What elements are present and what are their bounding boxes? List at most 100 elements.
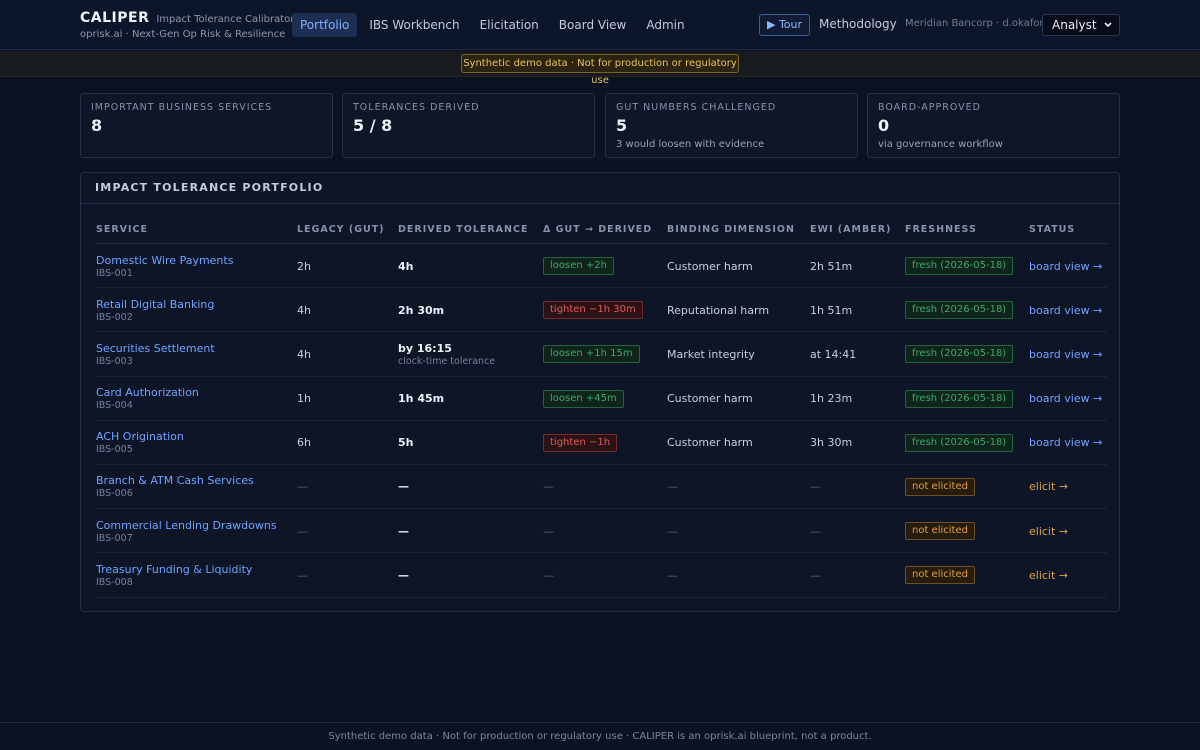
brand: CALIPER Impact Tolerance Calibrator opri…: [80, 10, 294, 40]
derived-value: —: [398, 568, 409, 582]
freshness-badge: fresh (2026-05-18): [905, 301, 1014, 320]
stat-card-board-approved: BOARD-APPROVED 0 via governance workflow: [867, 93, 1120, 158]
legacy-value: 4h: [297, 303, 311, 317]
portfolio-panel: IMPACT TOLERANCE PORTFOLIO SERVICE LEGAC…: [80, 172, 1120, 612]
elicit-link[interactable]: elicit →: [1029, 569, 1068, 582]
service-cell: Branch & ATM Cash Services IBS-006: [96, 465, 254, 509]
delta-cell: —: [543, 509, 554, 553]
demo-banner-strip: Synthetic demo data · Not for production…: [0, 51, 1200, 86]
brand-tagline: oprisk.ai · Next-Gen Op Risk & Resilienc…: [80, 29, 286, 40]
stat-value: 0: [878, 116, 890, 135]
table-row: Securities Settlement IBS-003 4h by 16:15 cl…: [95, 332, 1107, 377]
binding-cell: Customer harm: [667, 244, 753, 288]
role-select[interactable]: Analyst: [1042, 14, 1120, 36]
service-link[interactable]: ACH Origination: [96, 430, 184, 443]
service-link[interactable]: Card Authorization: [96, 386, 199, 399]
delta-badge: tighten −1h: [543, 433, 618, 452]
legacy-cell: 2h: [297, 244, 311, 288]
service-link[interactable]: Domestic Wire Payments: [96, 254, 233, 267]
freshness-cell: fresh (2026-05-18): [905, 332, 1014, 376]
legacy-cell: —: [297, 465, 308, 509]
service-link[interactable]: Retail Digital Banking: [96, 298, 214, 311]
nav-portfolio[interactable]: Portfolio: [292, 13, 358, 37]
col-delta: Δ GUT → DERIVED: [543, 224, 653, 235]
stat-label: GUT NUMBERS CHALLENGED: [616, 102, 777, 113]
board-view-link[interactable]: board view →: [1029, 304, 1102, 317]
board-view-link[interactable]: board view →: [1029, 436, 1102, 449]
delta-cell: —: [543, 465, 554, 509]
service-link[interactable]: Commercial Lending Drawdowns: [96, 519, 277, 532]
service-id: IBS-002: [96, 311, 133, 323]
stat-label: BOARD-APPROVED: [878, 102, 981, 113]
brand-name[interactable]: CALIPER: [80, 10, 149, 26]
delta-cell: tighten −1h: [543, 421, 618, 465]
binding-cell: Customer harm: [667, 377, 753, 421]
freshness-cell: fresh (2026-05-18): [905, 244, 1014, 288]
elicit-link[interactable]: elicit →: [1029, 480, 1068, 493]
ewi-value: —: [810, 480, 821, 494]
freshness-badge: not elicited: [905, 522, 975, 541]
binding-value: Customer harm: [667, 436, 753, 450]
legacy-cell: —: [297, 553, 308, 597]
service-id: IBS-006: [96, 488, 133, 500]
table-row: Treasury Funding & Liquidity IBS-008 — — — — —…: [95, 553, 1107, 598]
col-freshness: FRESHNESS: [905, 224, 977, 235]
service-cell: Commercial Lending Drawdowns IBS-007: [96, 509, 277, 553]
delta-badge: loosen +45m: [543, 389, 624, 408]
binding-cell: Reputational harm: [667, 288, 769, 332]
freshness-cell: fresh (2026-05-18): [905, 377, 1014, 421]
nav-board-view[interactable]: Board View: [551, 13, 635, 37]
portfolio-table: SERVICE LEGACY (GUT) DERIVED TOLERANCE Δ…: [95, 213, 1107, 598]
panel-title: IMPACT TOLERANCE PORTFOLIO: [81, 173, 1119, 204]
ewi-value: at 14:41: [810, 347, 857, 361]
methodology-link[interactable]: Methodology: [819, 17, 897, 31]
status-cell: elicit →: [1029, 509, 1068, 553]
legacy-value: 4h: [297, 347, 311, 361]
brand-subtitle: Impact Tolerance Calibrator: [156, 14, 295, 25]
legacy-cell: 4h: [297, 332, 311, 376]
stat-label: TOLERANCES DERIVED: [353, 102, 480, 113]
freshness-cell: not elicited: [905, 553, 975, 597]
delta-value: —: [543, 568, 554, 582]
tour-button[interactable]: ▶ Tour: [759, 14, 810, 36]
stat-card-tolerances: TOLERANCES DERIVED 5 / 8: [342, 93, 595, 158]
service-link[interactable]: Branch & ATM Cash Services: [96, 474, 254, 487]
nav-admin[interactable]: Admin: [638, 13, 692, 37]
freshness-badge: not elicited: [905, 477, 975, 496]
legacy-value: 1h: [297, 392, 311, 406]
delta-cell: loosen +45m: [543, 377, 624, 421]
freshness-badge: fresh (2026-05-18): [905, 433, 1014, 452]
ewi-cell: —: [810, 509, 821, 553]
elicit-link[interactable]: elicit →: [1029, 525, 1068, 538]
delta-value: —: [543, 480, 554, 494]
delta-cell: loosen +2h: [543, 244, 614, 288]
demo-data-banner: Synthetic demo data · Not for production…: [461, 54, 739, 86]
legacy-value: —: [297, 480, 308, 494]
binding-value: —: [667, 480, 678, 494]
derived-value: by 16:15: [398, 341, 452, 355]
board-view-link[interactable]: board view →: [1029, 348, 1102, 361]
service-cell: Treasury Funding & Liquidity IBS-008: [96, 553, 252, 597]
service-link[interactable]: Securities Settlement: [96, 342, 215, 355]
legacy-cell: 1h: [297, 377, 311, 421]
derived-cell: 4h: [398, 244, 414, 288]
ewi-value: 1h 51m: [810, 303, 853, 317]
main-nav: Portfolio IBS Workbench Elicitation Boar…: [292, 13, 697, 37]
derived-cell: —: [398, 509, 409, 553]
freshness-badge: fresh (2026-05-18): [905, 257, 1014, 275]
derived-value: 5h: [398, 436, 414, 450]
service-cell: Securities Settlement IBS-003: [96, 332, 215, 376]
service-link[interactable]: Treasury Funding & Liquidity: [96, 563, 252, 576]
nav-elicitation[interactable]: Elicitation: [472, 13, 547, 37]
table-row: Retail Digital Banking IBS-002 4h 2h 30m tig…: [95, 288, 1107, 333]
ewi-cell: 1h 51m: [810, 288, 852, 332]
freshness-badge: fresh (2026-05-18): [905, 389, 1014, 408]
service-id: IBS-001: [96, 267, 133, 279]
board-view-link[interactable]: board view →: [1029, 260, 1102, 273]
service-id: IBS-005: [96, 444, 133, 456]
board-view-link[interactable]: board view →: [1029, 392, 1102, 405]
nav-ibs-workbench[interactable]: IBS Workbench: [361, 13, 467, 37]
legacy-value: —: [297, 568, 308, 582]
top-bar: CALIPER Impact Tolerance Calibrator opri…: [0, 0, 1200, 50]
service-id: IBS-003: [96, 355, 133, 367]
